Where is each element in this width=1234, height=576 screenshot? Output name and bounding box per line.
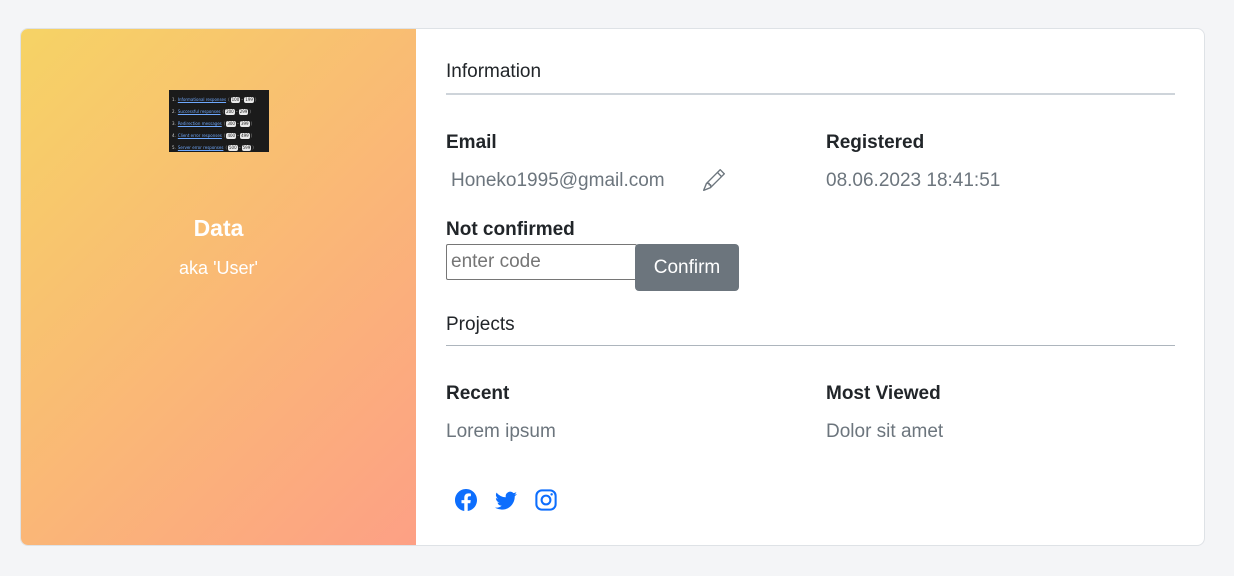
email-status: Not confirmed: [446, 219, 575, 240]
avatar-line-to: 499: [240, 133, 250, 139]
avatar-line-from: 400: [226, 133, 237, 139]
avatar-line: 3. Redirection messages (300–399): [172, 118, 266, 130]
email-value: Honeko1995@gmail.com: [451, 170, 665, 191]
information-title: Information: [446, 61, 542, 82]
profile-alias: aka 'User': [179, 258, 258, 278]
avatar-line-link: Informational responses: [177, 97, 227, 102]
avatar-line: 4. Client error responses (400–499): [172, 130, 266, 142]
avatar-line-to: 599: [241, 145, 252, 151]
confirm-button[interactable]: Confirm: [635, 244, 739, 291]
email-label: Email: [446, 132, 497, 153]
avatar-line-to: 399: [239, 121, 250, 127]
registered-label: Registered: [826, 132, 925, 153]
avatar: 1. Informational responses (100–199) 2. …: [169, 90, 269, 152]
avatar-line-number: 3.: [172, 121, 176, 126]
registered-value: 08.06.2023 18:41:51: [826, 170, 1001, 191]
avatar-line-link: Successful responses: [177, 109, 221, 114]
instagram-icon[interactable]: [535, 489, 557, 511]
avatar-line-to: 199: [244, 97, 254, 103]
facebook-icon[interactable]: [455, 489, 477, 511]
edit-pencil-icon[interactable]: [703, 169, 725, 191]
avatar-line: 1. Informational responses (100–199): [172, 94, 266, 106]
avatar-line-number: 4.: [172, 133, 176, 138]
profile-name: Data: [193, 215, 244, 241]
recent-value: Lorem ipsum: [446, 421, 556, 442]
avatar-line-number: 1.: [172, 97, 176, 102]
projects-title: Projects: [446, 314, 515, 335]
information-divider: [446, 93, 1175, 95]
recent-label: Recent: [446, 383, 510, 404]
avatar-line-to: 299: [238, 109, 249, 115]
avatar-line-from: 500: [228, 145, 238, 151]
avatar-line-from: 300: [226, 121, 236, 127]
profile-card: 1. Informational responses (100–199) 2. …: [20, 28, 1205, 546]
confirmation-code-input[interactable]: [446, 244, 637, 280]
twitter-icon[interactable]: [495, 489, 517, 511]
avatar-line-from: 200: [225, 109, 235, 115]
avatar-line-number: 2.: [172, 109, 176, 114]
avatar-line-link: Redirection messages: [177, 121, 222, 126]
avatar-line: 2. Successful responses (200–299): [172, 106, 266, 118]
avatar-line-link: Server error responses: [177, 145, 224, 150]
projects-divider: [446, 345, 1175, 346]
avatar-line-from: 100: [230, 97, 241, 103]
avatar-line-number: 5.: [172, 145, 176, 150]
profile-sidebar: 1. Informational responses (100–199) 2. …: [21, 29, 416, 545]
most-viewed-label: Most Viewed: [826, 383, 941, 404]
profile-details: Information Email Honeko1995@gmail.com R…: [416, 29, 1204, 545]
avatar-line: 5. Server error responses (500–599): [172, 142, 266, 152]
most-viewed-value: Dolor sit amet: [826, 421, 944, 442]
avatar-line-link: Client error responses: [177, 133, 222, 138]
